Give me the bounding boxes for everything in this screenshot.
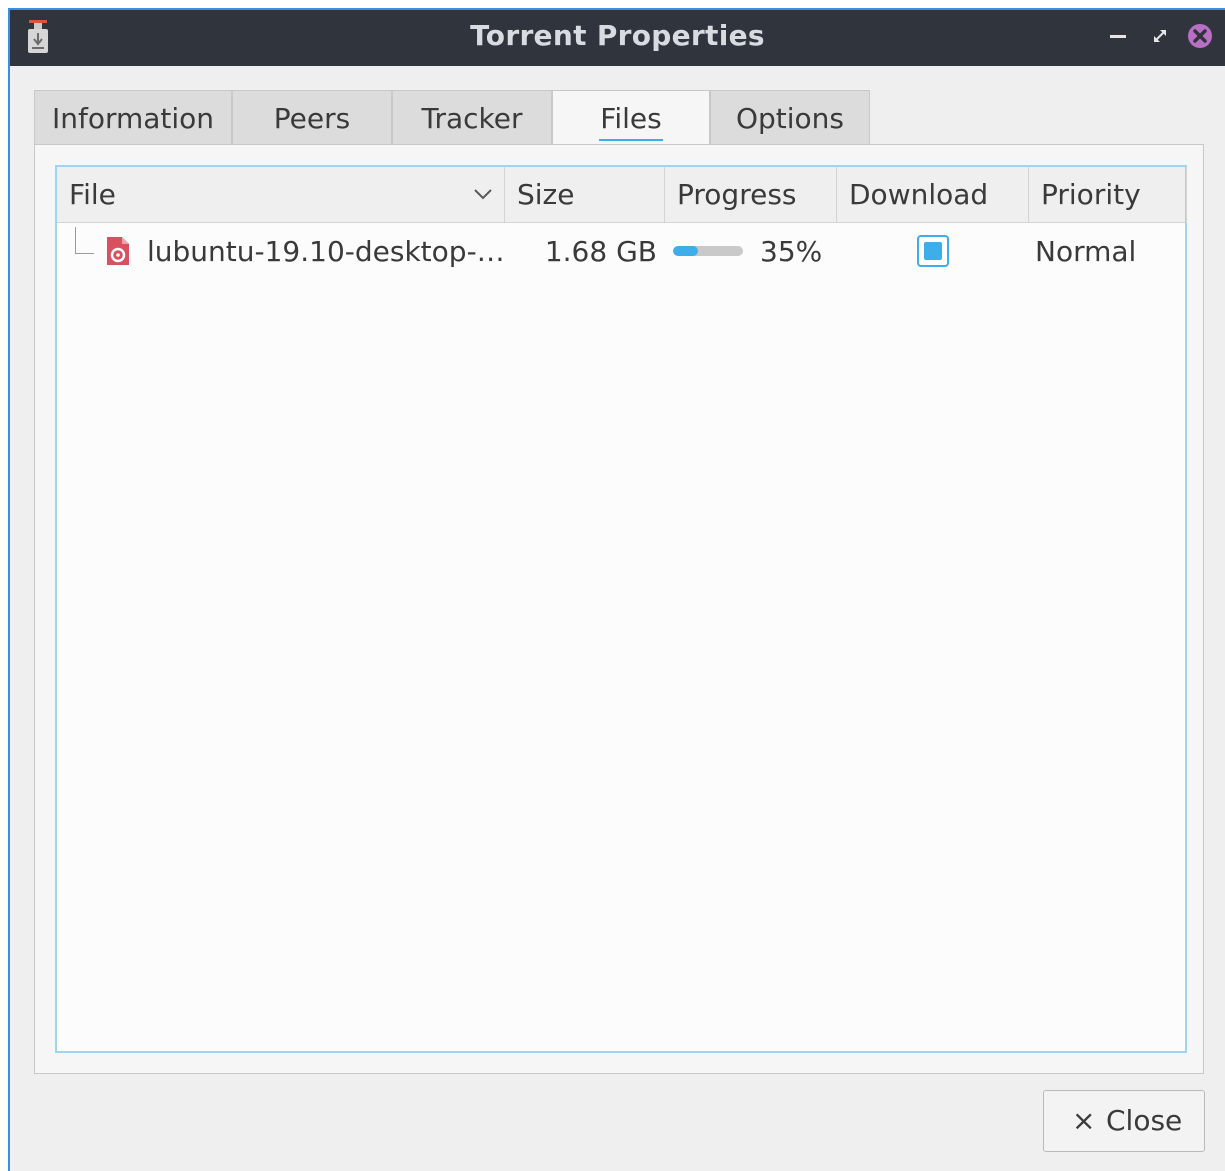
chevron-down-icon bbox=[474, 189, 492, 200]
iso-file-icon bbox=[107, 237, 129, 265]
close-button[interactable]: × Close bbox=[1043, 1090, 1205, 1152]
file-name: lubuntu-19.10-desktop-… bbox=[147, 235, 505, 268]
column-header-file[interactable]: File bbox=[57, 167, 505, 223]
progress-bar bbox=[673, 246, 743, 256]
tree-branch-line bbox=[75, 227, 94, 254]
files-panel: File Size Progress Download Priority lub… bbox=[34, 144, 1204, 1074]
tab-information[interactable]: Information bbox=[34, 90, 232, 146]
tab-options[interactable]: Options bbox=[710, 90, 870, 146]
progress-percent: 35% bbox=[760, 235, 823, 268]
close-window-icon[interactable] bbox=[1186, 22, 1214, 50]
files-table[interactable]: File Size Progress Download Priority lub… bbox=[55, 165, 1187, 1053]
tab-tracker[interactable]: Tracker bbox=[392, 90, 552, 146]
restore-icon[interactable] bbox=[1146, 22, 1174, 50]
tab-peers[interactable]: Peers bbox=[232, 90, 392, 146]
column-header-label: Size bbox=[517, 178, 575, 211]
download-checkbox[interactable] bbox=[917, 235, 949, 267]
priority-value[interactable]: Normal bbox=[1035, 225, 1136, 279]
column-header-download[interactable]: Download bbox=[837, 167, 1029, 223]
file-size: 1.68 GB bbox=[544, 235, 657, 268]
title-bar[interactable]: Torrent Properties bbox=[10, 10, 1225, 66]
column-header-priority[interactable]: Priority bbox=[1029, 167, 1187, 223]
tab-label: Options bbox=[735, 102, 845, 135]
tab-label: Tracker bbox=[421, 102, 523, 135]
table-row[interactable]: lubuntu-19.10-desktop-… 1.68 GB 35% Norm… bbox=[57, 225, 1185, 281]
tab-label: Information bbox=[51, 102, 215, 135]
checkbox-check-mark bbox=[924, 242, 942, 260]
tab-label: Files bbox=[600, 102, 662, 135]
minimize-icon[interactable] bbox=[1104, 22, 1132, 50]
table-header: File Size Progress Download Priority bbox=[57, 167, 1187, 223]
progress-bar-fill bbox=[673, 246, 698, 256]
torrent-properties-window: Torrent Properties Information Peers Tra… bbox=[8, 8, 1225, 1171]
column-header-label: Priority bbox=[1041, 178, 1141, 211]
close-button-label: Close bbox=[1106, 1104, 1183, 1137]
tab-label: Peers bbox=[273, 102, 351, 135]
column-header-size[interactable]: Size bbox=[505, 167, 665, 223]
column-header-label: Progress bbox=[677, 178, 797, 211]
close-icon: × bbox=[1072, 1104, 1096, 1137]
column-header-progress[interactable]: Progress bbox=[665, 167, 837, 223]
window-title: Torrent Properties bbox=[470, 19, 765, 52]
column-header-label: File bbox=[69, 178, 116, 211]
column-header-label: Download bbox=[849, 178, 989, 211]
tab-files[interactable]: Files bbox=[552, 90, 710, 147]
active-tab-indicator bbox=[599, 139, 663, 141]
